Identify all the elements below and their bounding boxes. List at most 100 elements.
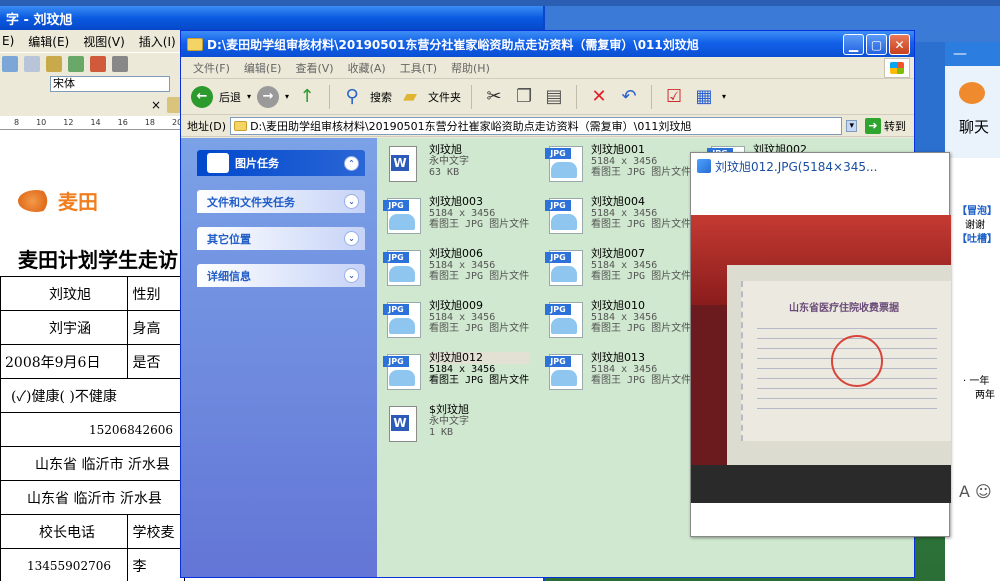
ruler-tick: 10 bbox=[36, 118, 47, 127]
close-icon[interactable]: × bbox=[151, 98, 161, 112]
folders-button-label[interactable]: 文件夹 bbox=[428, 89, 461, 105]
print-icon[interactable] bbox=[24, 55, 40, 72]
word-menu-view[interactable]: 视图(V) bbox=[83, 33, 125, 50]
undo-icon[interactable]: ↶ bbox=[617, 85, 641, 109]
file-item[interactable]: JPG 刘玟旭003 5184 x 3456 看图王 JPG 图片文件 bbox=[383, 196, 543, 244]
font-name-select[interactable]: 宋体 bbox=[50, 76, 170, 92]
address-bar: 地址(D) D:\麦田助学组审核材料\20190501东营分社崔家峪资助点走访资… bbox=[181, 115, 914, 137]
delete-icon[interactable]: ✕ bbox=[587, 85, 611, 109]
views-dropdown-icon[interactable]: ▾ bbox=[722, 92, 726, 101]
back-arrow-icon[interactable]: ← bbox=[191, 85, 213, 108]
email-icon[interactable] bbox=[46, 55, 62, 72]
address-dropdown-icon[interactable]: ▾ bbox=[846, 119, 857, 132]
photo-red-stamp bbox=[831, 335, 883, 387]
word-titlebar[interactable]: 字 - 刘玟旭 bbox=[0, 6, 543, 30]
address-input[interactable]: D:\麦田助学组审核材料\20190501东营分社崔家峪资助点走访资料（需复审）… bbox=[230, 116, 843, 135]
task-group-file-folder-tasks[interactable]: 文件和文件夹任务 ⌄ bbox=[197, 190, 365, 213]
file-dimensions: 5184 x 3456 bbox=[591, 312, 658, 323]
table-row: 15206842606 bbox=[0, 412, 185, 447]
table-row: 山东省 临沂市 沂水县 bbox=[0, 446, 185, 481]
chat-titlebar[interactable]: — bbox=[945, 42, 1000, 66]
ruler-tick: 16 bbox=[117, 118, 128, 127]
student-info-table: 刘玟旭 性别 刘宇涵 身高 2008年9月6日 是否 (✓)健康( )不健康 1520… bbox=[0, 276, 185, 581]
explorer-titlebar[interactable]: D:\麦田助学组审核材料\20190501东营分社崔家峪资助点走访资料（需复审）… bbox=[181, 31, 914, 57]
task-group-picture-tasks[interactable]: 图片任务 ⌃ bbox=[197, 150, 365, 176]
file-dimensions: 5184 x 3456 bbox=[591, 260, 658, 271]
properties-icon[interactable]: ☑ bbox=[662, 85, 686, 109]
folders-icon[interactable]: ▰ bbox=[398, 85, 422, 109]
file-name: 刘玟旭010 bbox=[591, 299, 645, 312]
jpg-file-icon: JPG bbox=[383, 196, 423, 236]
search-button-label[interactable]: 搜索 bbox=[370, 89, 392, 105]
word-menu-edit[interactable]: 编辑(E) bbox=[28, 33, 69, 50]
chevron-down-icon[interactable]: ⌄ bbox=[344, 231, 359, 246]
paste-icon[interactable]: ▤ bbox=[542, 85, 566, 109]
back-button-label[interactable]: 后退 bbox=[219, 89, 241, 105]
back-dropdown-icon[interactable]: ▾ bbox=[247, 92, 251, 101]
word-document-page[interactable]: 麦田 麦田计划学生走访 刘玟旭 性别 刘宇涵 身高 2008年9月6日 是否 (✓)健… bbox=[0, 156, 185, 581]
views-icon[interactable]: ▦ bbox=[692, 85, 716, 109]
image-preview-window[interactable]: 刘玟旭012.JPG(5184×345... 山东省医疗住院收费票据 bbox=[690, 152, 951, 537]
maximize-button[interactable]: ▢ bbox=[866, 34, 887, 55]
jpg-file-icon: JPG bbox=[545, 196, 585, 236]
file-name: 刘玟旭 bbox=[429, 143, 462, 156]
file-item[interactable]: JPG 刘玟旭009 5184 x 3456 看图王 JPG 图片文件 bbox=[383, 300, 543, 348]
folder-icon bbox=[234, 120, 248, 131]
file-item[interactable]: JPG 刘玟旭013 5184 x 3456 看图王 JPG 图片文件 bbox=[545, 352, 705, 400]
image-preview-titlebar[interactable]: 刘玟旭012.JPG(5184×345... bbox=[691, 153, 949, 179]
task-group-other-places[interactable]: 其它位置 ⌄ bbox=[197, 227, 365, 250]
file-item[interactable]: JPG 刘玟旭001 5184 x 3456 看图王 JPG 图片文件 bbox=[545, 144, 705, 192]
go-button[interactable]: ➜ 转到 bbox=[861, 117, 914, 134]
menu-view[interactable]: 查看(V) bbox=[295, 60, 333, 76]
table-row: 刘玟旭 性别 bbox=[0, 276, 185, 311]
chevron-down-icon[interactable]: ⌄ bbox=[344, 268, 359, 283]
format-icon[interactable] bbox=[112, 55, 128, 72]
ruler-tick: 18 bbox=[144, 118, 156, 127]
document-icon: W bbox=[383, 144, 423, 184]
spell-icon[interactable] bbox=[90, 55, 106, 72]
save-icon[interactable] bbox=[2, 55, 18, 72]
word-menu-insert[interactable]: 插入(I) bbox=[139, 33, 176, 50]
file-item[interactable]: JPG 刘玟旭010 5184 x 3456 看图王 JPG 图片文件 bbox=[545, 300, 705, 348]
menu-favorites[interactable]: 收藏(A) bbox=[348, 60, 386, 76]
explorer-toolbar: ← 后退 ▾ → ▾ ↑ ⚲ 搜索 ▰ 文件夹 ✂ ❐ ▤ ✕ ↶ ☑ ▦ ▾ bbox=[181, 79, 914, 115]
file-dimensions: 5184 x 3456 bbox=[591, 364, 658, 375]
forward-arrow-icon[interactable]: → bbox=[257, 85, 280, 108]
menu-file[interactable]: 文件(F) bbox=[193, 60, 230, 76]
chevron-up-icon[interactable]: ⌃ bbox=[344, 155, 359, 171]
file-item-selected[interactable]: JPG 刘玟旭012 5184 x 3456 看图王 JPG 图片文件 bbox=[383, 352, 543, 400]
chat-tab-label[interactable]: 聊天 bbox=[959, 116, 989, 137]
maitian-logo: 麦田 bbox=[18, 186, 98, 215]
jpg-file-icon: JPG bbox=[545, 352, 585, 392]
windows-logo-icon bbox=[884, 58, 910, 78]
file-type: 看图王 JPG 图片文件 bbox=[429, 375, 530, 386]
search-icon[interactable]: ⚲ bbox=[340, 85, 364, 109]
chevron-down-icon[interactable]: ⌄ bbox=[344, 194, 359, 209]
task-group-details[interactable]: 详细信息 ⌄ bbox=[197, 264, 365, 287]
menu-tools[interactable]: 工具(T) bbox=[400, 60, 437, 76]
background-window-strip bbox=[915, 42, 945, 162]
file-item[interactable]: JPG 刘玟旭007 5184 x 3456 看图王 JPG 图片文件 bbox=[545, 248, 705, 296]
file-name: 刘玟旭003 bbox=[429, 195, 483, 208]
explorer-menubar: 文件(F) 编辑(E) 查看(V) 收藏(A) 工具(T) 帮助(H) bbox=[181, 57, 914, 79]
file-item[interactable]: W 刘玟旭 永中文字 63 KB bbox=[383, 144, 543, 192]
menu-help[interactable]: 帮助(H) bbox=[451, 60, 490, 76]
word-menu-file[interactable]: E) bbox=[2, 34, 14, 48]
preview-icon[interactable] bbox=[68, 55, 84, 72]
minimize-icon[interactable]: — bbox=[953, 46, 967, 62]
file-type: 看图王 JPG 图片文件 bbox=[429, 271, 530, 282]
avatar[interactable] bbox=[959, 82, 985, 104]
forward-dropdown-icon[interactable]: ▾ bbox=[285, 92, 289, 101]
copy-icon[interactable]: ❐ bbox=[512, 85, 536, 109]
cut-icon[interactable]: ✂ bbox=[482, 85, 506, 109]
up-folder-icon[interactable]: ↑ bbox=[295, 85, 319, 109]
close-button[interactable]: ✕ bbox=[889, 34, 910, 55]
file-item[interactable]: JPG 刘玟旭004 5184 x 3456 看图王 JPG 图片文件 bbox=[545, 196, 705, 244]
menu-edit[interactable]: 编辑(E) bbox=[244, 60, 282, 76]
file-item[interactable]: JPG 刘玟旭006 5184 x 3456 看图王 JPG 图片文件 bbox=[383, 248, 543, 296]
chat-font-emoji-icons[interactable]: A ☺ bbox=[959, 482, 992, 501]
minimize-button[interactable]: ▁ bbox=[843, 34, 864, 55]
file-dimensions: 5184 x 3456 bbox=[591, 156, 658, 167]
jpg-file-icon: JPG bbox=[383, 352, 423, 392]
file-item[interactable]: W $刘玟旭 永中文字 1 KB bbox=[383, 404, 543, 452]
